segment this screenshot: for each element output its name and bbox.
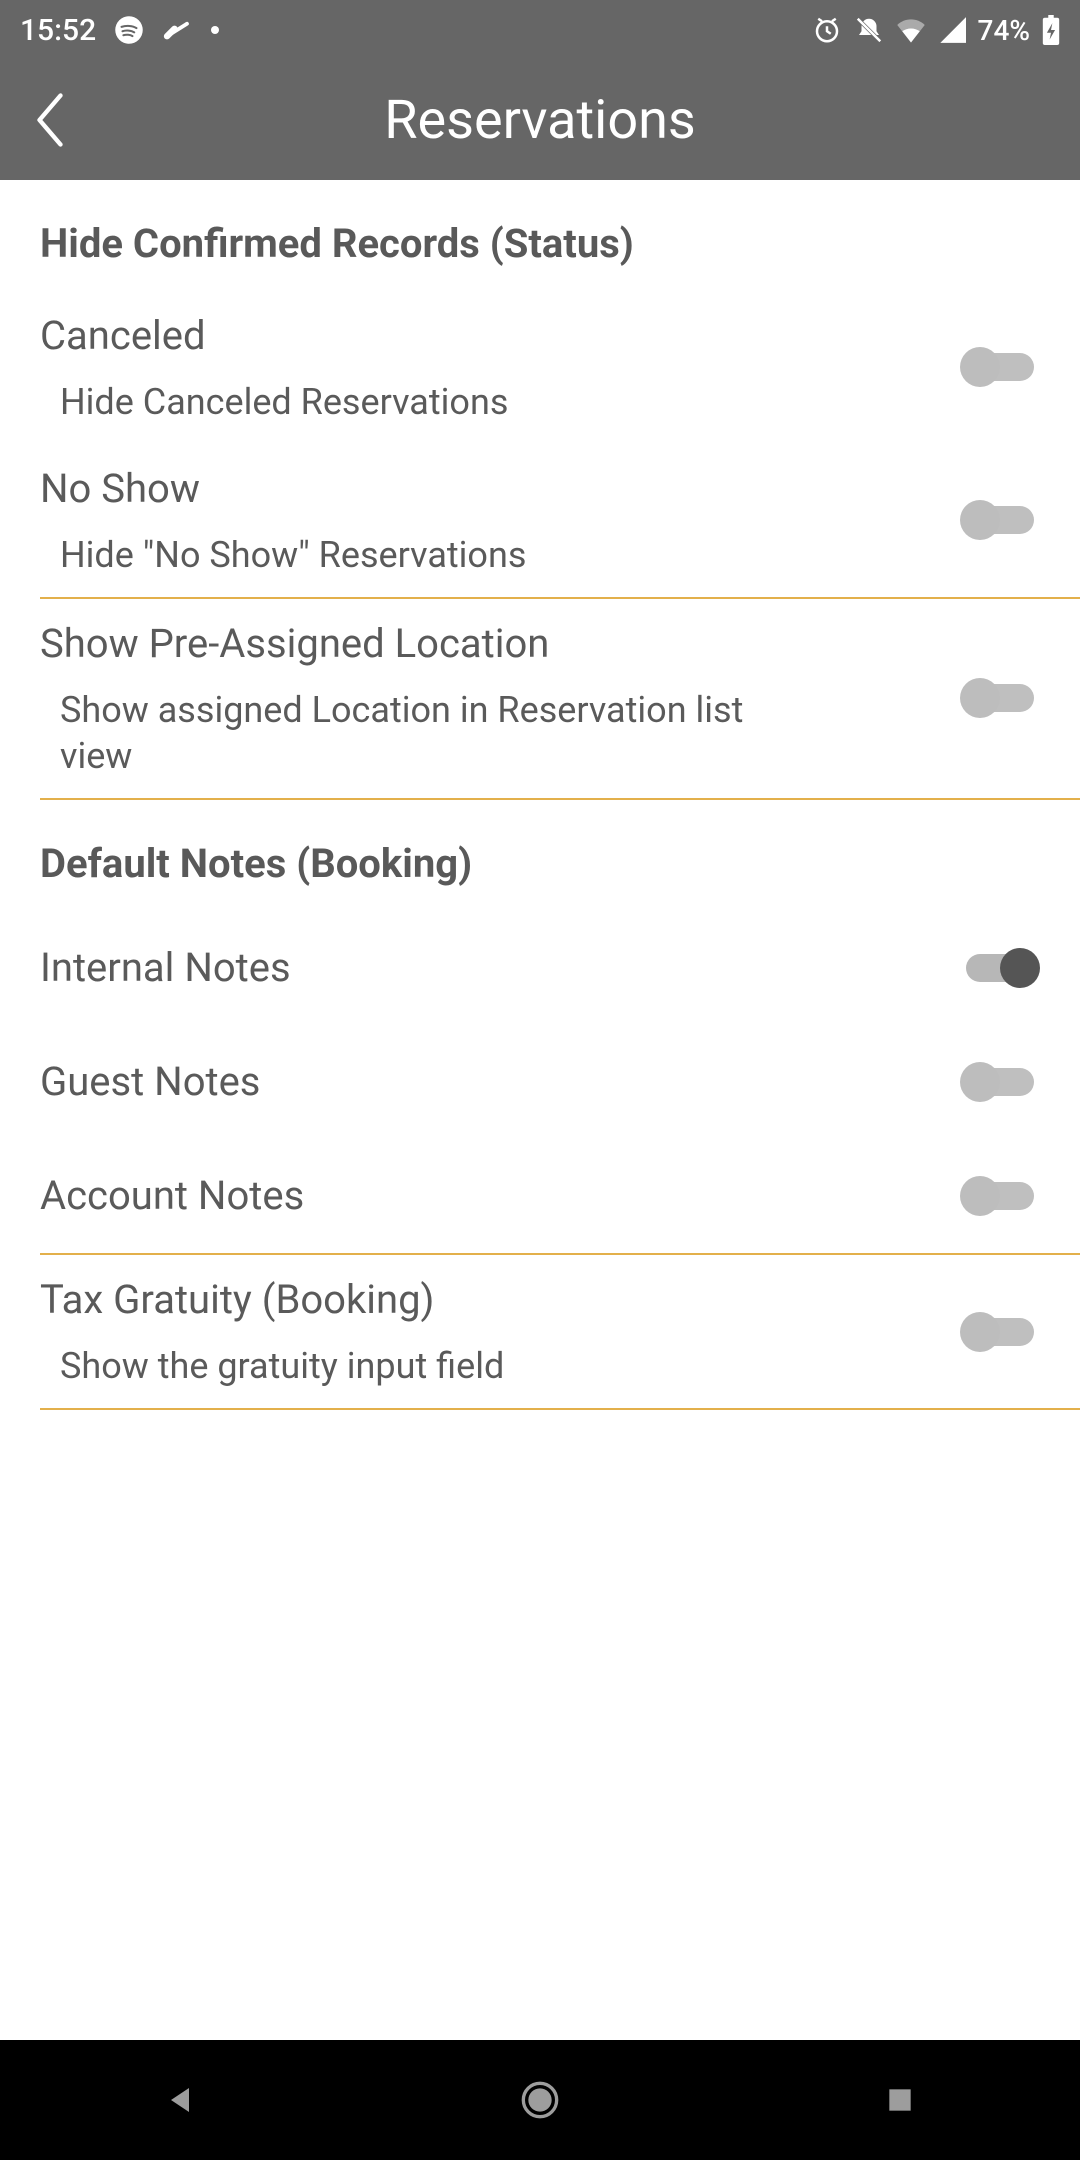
cell-signal-icon <box>938 17 966 43</box>
guest-notes-row[interactable]: Guest Notes <box>0 1025 1080 1139</box>
canceled-toggle[interactable] <box>960 343 1040 391</box>
status-time: 15:52 <box>20 13 96 48</box>
internal-notes-toggle[interactable] <box>960 944 1040 992</box>
internal-notes-title: Internal Notes <box>40 941 936 995</box>
hide-confirmed-header: Hide Confirmed Records (Status) <box>0 180 1080 291</box>
square-recent-icon <box>884 2084 916 2116</box>
spotify-icon <box>114 15 144 45</box>
status-right: 74% <box>812 14 1060 47</box>
battery-percent: 74% <box>978 14 1030 47</box>
android-nav-bar <box>0 2040 1080 2160</box>
back-button[interactable] <box>20 90 80 150</box>
status-left: 15:52 <box>20 13 220 48</box>
noshow-title: No Show <box>40 462 936 516</box>
preassigned-sub: Show assigned Location in Reservation li… <box>40 671 780 781</box>
tax-gratuity-toggle[interactable] <box>960 1308 1040 1356</box>
canceled-row[interactable]: Canceled Hide Canceled Reservations <box>0 291 1080 444</box>
alarm-icon <box>812 15 842 45</box>
account-notes-title: Account Notes <box>40 1169 936 1223</box>
preassigned-toggle[interactable] <box>960 674 1040 722</box>
triangle-back-icon <box>162 2082 198 2118</box>
app-bar: Reservations <box>0 60 1080 180</box>
noshow-sub: Hide "No Show" Reservations <box>40 516 780 579</box>
settings-content: Hide Confirmed Records (Status) Canceled… <box>0 180 1080 1410</box>
preassigned-row[interactable]: Show Pre-Assigned Location Show assigned… <box>0 599 1080 799</box>
guest-notes-title: Guest Notes <box>40 1055 936 1109</box>
account-notes-toggle[interactable] <box>960 1172 1040 1220</box>
circle-home-icon <box>520 2080 560 2120</box>
tax-gratuity-text: Tax Gratuity (Booking) Show the gratuity… <box>40 1273 960 1390</box>
canceled-title: Canceled <box>40 309 936 363</box>
noshow-toggle[interactable] <box>960 496 1040 544</box>
internal-notes-row[interactable]: Internal Notes <box>0 911 1080 1025</box>
battery-charging-icon <box>1042 15 1060 45</box>
wifi-icon <box>896 17 926 43</box>
android-status-bar: 15:52 74% <box>0 0 1080 60</box>
nav-recent-button[interactable] <box>870 2070 930 2130</box>
canceled-sub: Hide Canceled Reservations <box>40 363 780 426</box>
divider <box>40 1408 1080 1410</box>
nav-back-button[interactable] <box>150 2070 210 2130</box>
default-notes-header: Default Notes (Booking) <box>0 800 1080 911</box>
noshow-row[interactable]: No Show Hide "No Show" Reservations <box>0 444 1080 597</box>
dot-icon <box>210 25 220 35</box>
chevron-left-icon <box>30 92 70 148</box>
noshow-text: No Show Hide "No Show" Reservations <box>40 462 960 579</box>
account-notes-row[interactable]: Account Notes <box>0 1139 1080 1253</box>
status-icon <box>162 15 192 45</box>
tax-gratuity-sub: Show the gratuity input field <box>40 1327 780 1390</box>
guest-notes-toggle[interactable] <box>960 1058 1040 1106</box>
tax-gratuity-title: Tax Gratuity (Booking) <box>40 1273 936 1327</box>
tax-gratuity-row[interactable]: Tax Gratuity (Booking) Show the gratuity… <box>0 1255 1080 1408</box>
preassigned-title: Show Pre-Assigned Location <box>40 617 936 671</box>
nav-home-button[interactable] <box>510 2070 570 2130</box>
canceled-text: Canceled Hide Canceled Reservations <box>40 309 960 426</box>
dnd-icon <box>854 15 884 45</box>
page-title: Reservations <box>384 89 696 152</box>
preassigned-text: Show Pre-Assigned Location Show assigned… <box>40 617 960 781</box>
